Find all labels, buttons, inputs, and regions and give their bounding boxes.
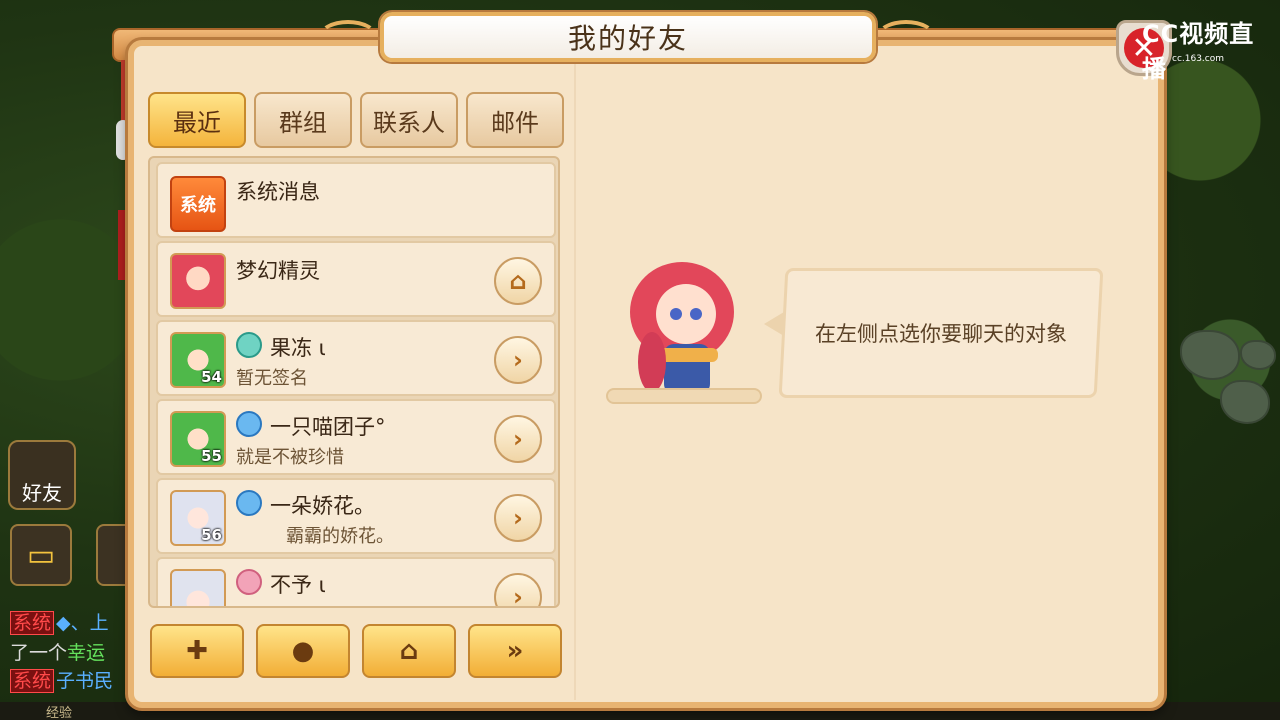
contact-name: 梦幻精灵 xyxy=(236,259,320,283)
contact-name: 果冻 ι xyxy=(270,336,326,360)
chevron-right-icon[interactable]: › xyxy=(494,494,542,542)
level-badge: 54 xyxy=(201,368,222,386)
scroll-ornament xyxy=(318,20,378,54)
system-icon: 系统 xyxy=(170,176,226,232)
xp-label: 经验 xyxy=(46,706,73,720)
mic-hud-button[interactable] xyxy=(96,524,128,586)
tab-mail[interactable]: 邮件 xyxy=(466,92,564,148)
tab-groups[interactable]: 群组 xyxy=(254,92,352,148)
hint-text: 在左侧点选你要聊天的对象 xyxy=(815,322,1067,346)
tab-contacts[interactable]: 联系人 xyxy=(360,92,458,148)
chat-text: ◆、上 xyxy=(56,612,109,634)
watermark-brand: CC视频直播 xyxy=(1142,20,1255,83)
chat-highlight: 幸运 xyxy=(67,642,106,664)
list-item[interactable]: 56 一朵娇花。 霸霸的娇花。 › xyxy=(156,478,556,554)
chat-line: 系统 ◆、上 xyxy=(10,608,109,635)
contact-name: 一朵娇花。 xyxy=(270,494,375,518)
teal-status-icon xyxy=(236,332,262,358)
add-friend-icon: ✚ xyxy=(186,636,208,666)
home-icon[interactable]: ⌂ xyxy=(494,257,542,305)
level-badge: 56 xyxy=(201,526,222,544)
list-item[interactable]: 55 一只喵团子° 就是不被珍惜 › xyxy=(156,399,556,475)
chat-button[interactable]: ● xyxy=(256,624,350,678)
chevron-right-icon[interactable]: › xyxy=(494,415,542,463)
sprite-pedestal xyxy=(606,388,762,404)
home-button[interactable]: ⌂ xyxy=(362,624,456,678)
double-chevron-icon: » xyxy=(506,636,524,666)
contact-signature: 就是不被珍惜 xyxy=(236,447,344,468)
contact-name: 一只喵团子° xyxy=(270,415,386,439)
chevron-right-icon[interactable]: › xyxy=(494,336,542,384)
contact-name: 不予 ι xyxy=(270,573,326,597)
chat-bubble-icon: ● xyxy=(291,636,315,666)
contact-signature: 暂无签名 xyxy=(236,368,308,389)
chat-tag: 系统 xyxy=(10,669,55,693)
hint-bubble: 在左侧点选你要聊天的对象 xyxy=(778,268,1104,398)
contact-signature: 霸霸的娇花。 xyxy=(286,526,394,547)
scroll-ornament xyxy=(876,20,936,54)
list-item-system[interactable]: 系统 系统消息 xyxy=(156,162,556,238)
chevron-right-icon[interactable]: › xyxy=(494,573,542,606)
chat-text: 了一个 xyxy=(10,642,68,664)
avatar: 55 xyxy=(170,411,226,467)
avatar xyxy=(170,253,226,309)
list-item[interactable]: 梦幻精灵 ⌂ xyxy=(156,241,556,317)
chat-line: 系统 子书民 xyxy=(10,666,113,693)
avatar: 56 xyxy=(170,490,226,546)
chat-line: 了一个幸运 xyxy=(10,638,105,665)
chat-hud-button[interactable]: ▭ xyxy=(10,524,72,586)
panel-title: 我的好友 xyxy=(567,22,688,55)
friends-hud-button[interactable]: 好友 xyxy=(8,440,76,510)
chat-tag: 系统 xyxy=(10,611,55,635)
chat-text: 子书民 xyxy=(56,670,114,692)
panel-title-plate: 我的好友 xyxy=(380,12,876,62)
list-item[interactable]: 54 果冻 ι 暂无签名 › xyxy=(156,320,556,396)
tab-recent[interactable]: 最近 xyxy=(148,92,246,148)
chat-bubble-icon: ▭ xyxy=(26,537,56,573)
blue-status-icon xyxy=(236,490,262,516)
friend-list[interactable]: 系统 系统消息 梦幻精灵 ⌂ 54 果冻 ι 暂无签名 › 55 一只喵团子° … xyxy=(148,156,560,608)
avatar: 54 xyxy=(170,332,226,388)
friends-hud-label: 好友 xyxy=(22,481,62,505)
tab-bar: 最近 群组 联系人 邮件 xyxy=(148,92,564,148)
level-badge: 55 xyxy=(201,447,222,465)
column-divider xyxy=(574,64,576,700)
more-button[interactable]: » xyxy=(468,624,562,678)
sprite-character xyxy=(630,262,734,394)
contact-name: 系统消息 xyxy=(236,180,320,204)
add-friend-button[interactable]: ✚ xyxy=(150,624,244,678)
avatar xyxy=(170,569,226,606)
watermark-url: cc.163.com xyxy=(1172,54,1225,64)
list-item[interactable]: 不予 ι › xyxy=(156,557,556,606)
rock xyxy=(1240,340,1276,370)
bottom-toolbar: ✚ ● ⌂ » xyxy=(150,624,562,678)
lotus-status-icon xyxy=(236,569,262,595)
home-icon: ⌂ xyxy=(399,636,419,666)
cc-watermark: CC视频直播 cc.163.com xyxy=(1142,14,1272,83)
blue-status-icon xyxy=(236,411,262,437)
